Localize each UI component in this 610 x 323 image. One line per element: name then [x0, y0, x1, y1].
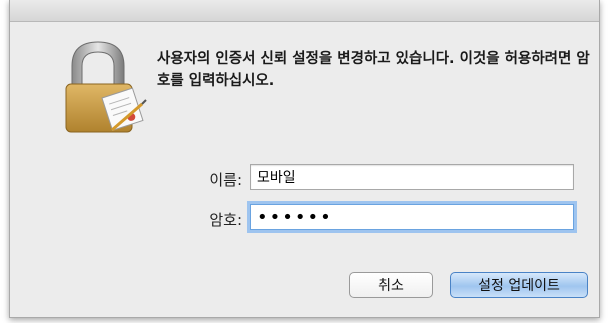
- name-label: 이름:: [209, 171, 242, 189]
- password-label: 암호:: [209, 211, 242, 229]
- cancel-button[interactable]: 취소: [349, 272, 433, 298]
- password-field[interactable]: [250, 204, 574, 230]
- auth-dialog: 사용자의 인증서 신뢰 설정을 변경하고 있습니다. 이것을 허용하려면 암호를…: [9, 0, 600, 318]
- dialog-message: 사용자의 인증서 신뢰 설정을 변경하고 있습니다. 이것을 허용하려면 암호를…: [157, 51, 590, 89]
- update-settings-button[interactable]: 설정 업데이트: [450, 272, 588, 298]
- dialog-titlebar[interactable]: [10, 0, 599, 22]
- lock-icon: [58, 36, 148, 136]
- name-field[interactable]: [250, 164, 574, 190]
